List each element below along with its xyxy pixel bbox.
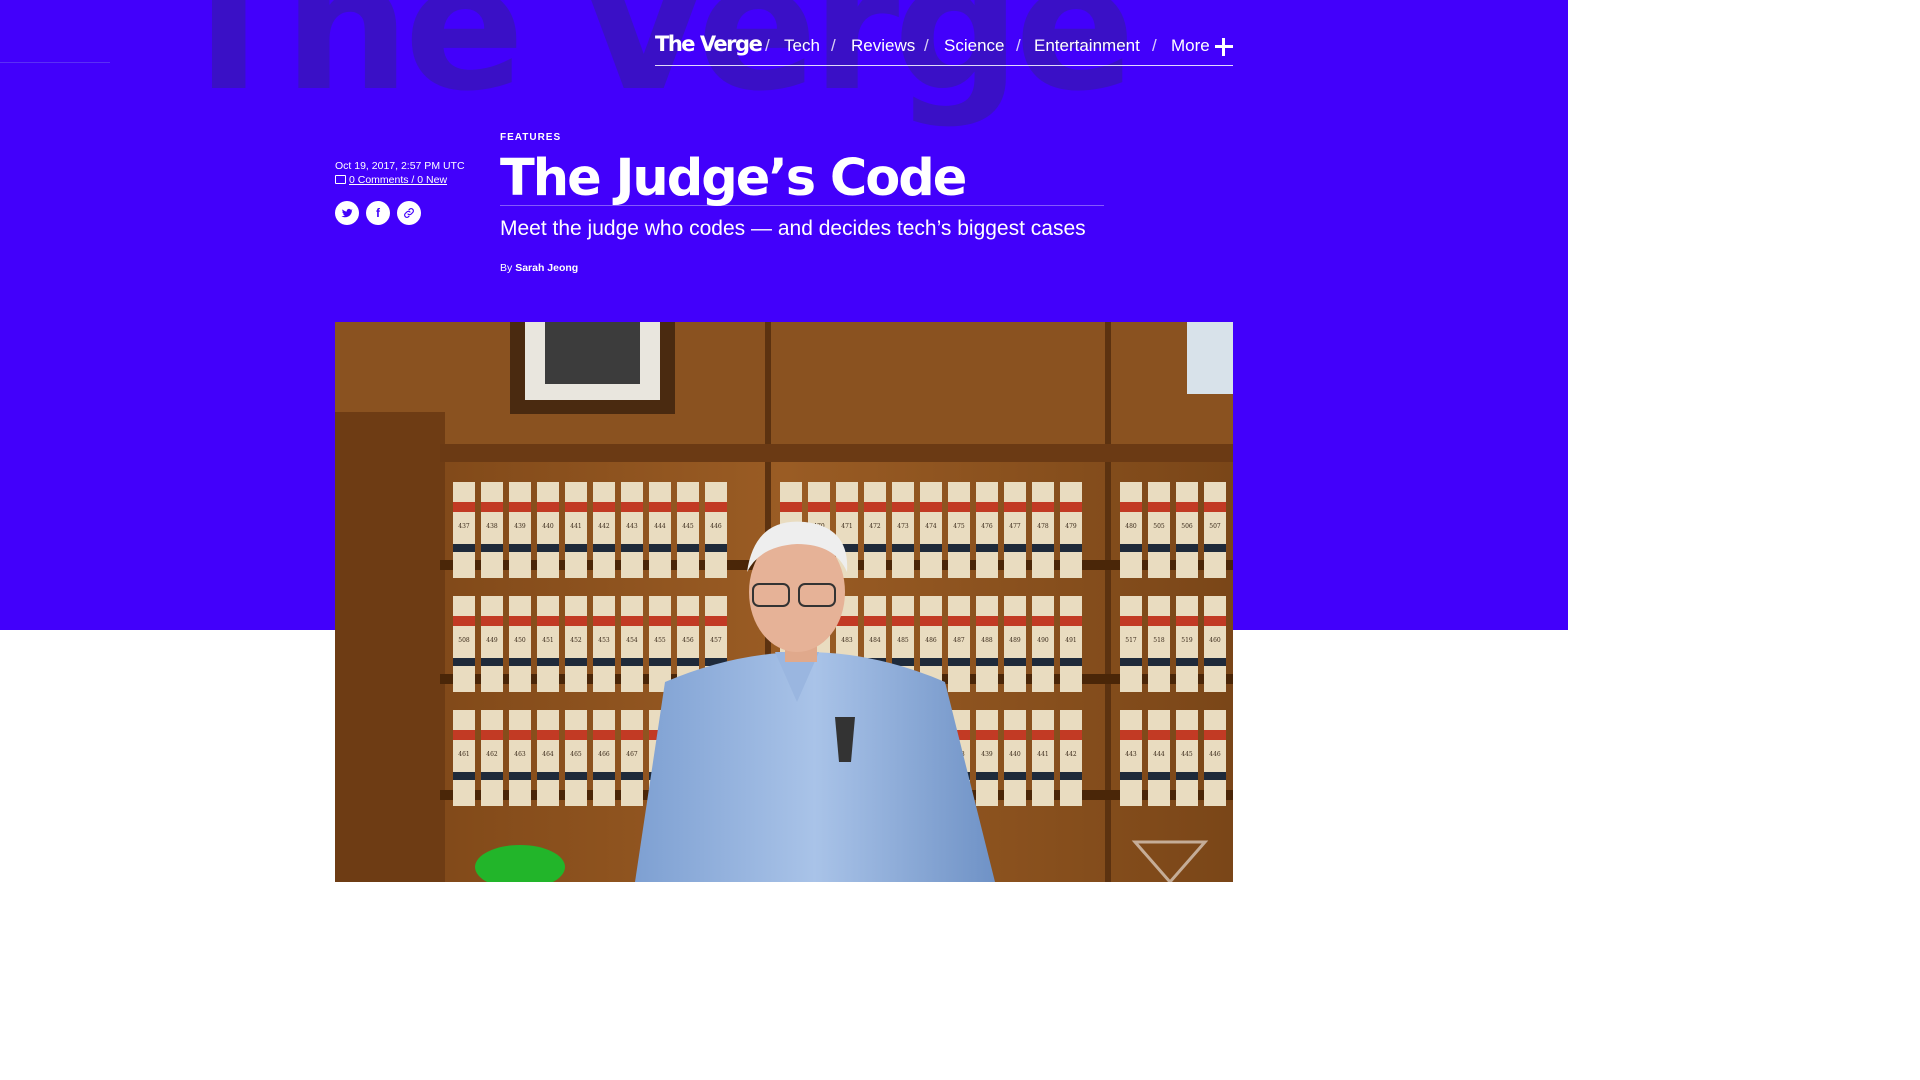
book-volume-label: 473	[897, 523, 909, 530]
nav-item-reviews[interactable]: Reviews	[851, 36, 915, 56]
book-volume-label: 472	[869, 523, 881, 530]
plus-icon[interactable]	[1215, 38, 1233, 56]
book-volume-label: 440	[1009, 751, 1021, 758]
book-volume-label: 485	[897, 637, 909, 644]
book-volume-label: 471	[841, 523, 852, 530]
book-volume-label: 446	[1209, 751, 1221, 758]
book-volume-label: 444	[654, 523, 666, 530]
book-volume-label: 484	[869, 637, 881, 644]
book-volume-label: 506	[1181, 523, 1193, 530]
book-volume-label: 491	[1065, 637, 1076, 644]
book-volume-label: 442	[598, 523, 610, 530]
book-volume-label: 439	[981, 751, 993, 758]
section-label[interactable]: FEATURES	[500, 132, 561, 143]
book-volume-label: 483	[841, 637, 853, 644]
book-volume-label: 479	[1065, 523, 1077, 530]
book-volume-label: 445	[1181, 751, 1193, 758]
book-volume-label: 480	[1125, 523, 1137, 530]
nav-item-tech[interactable]: Tech	[784, 36, 820, 56]
book-volume-label: 477	[1009, 523, 1021, 530]
twitter-icon[interactable]	[335, 201, 359, 225]
share-buttons: f	[335, 201, 421, 225]
book-volume-label: 444	[1153, 751, 1165, 758]
site-logo[interactable]: The Verge	[655, 32, 763, 56]
book-volume-label: 457	[710, 637, 722, 644]
nav-item-entertainment[interactable]: Entertainment	[1034, 36, 1140, 56]
book-volume-label: 455	[654, 637, 666, 644]
book-volume-label: 505	[1153, 523, 1165, 530]
book-volume-label: 445	[682, 523, 694, 530]
book-volume-label: 465	[570, 751, 582, 758]
book-volume-label: 441	[570, 523, 581, 530]
nav-separator: /	[1016, 36, 1021, 55]
comments-row: 0 Comments / 0 New	[335, 174, 465, 186]
article-meta: Oct 19, 2017, 2:57 PM UTC 0 Comments / 0…	[335, 160, 465, 186]
book-volume-label: 462	[486, 751, 498, 758]
book-volume-label: 461	[458, 751, 469, 758]
book-volume-label: 460	[1209, 637, 1221, 644]
book-volume-label: 443	[1125, 751, 1137, 758]
book-volume-label: 449	[486, 637, 498, 644]
facebook-icon[interactable]: f	[366, 201, 390, 225]
article-subtitle: Meet the judge who codes — and decides t…	[500, 217, 1086, 240]
nav-separator: /	[765, 36, 770, 55]
nav-separator: /	[831, 36, 836, 55]
book-volume-label: 519	[1181, 637, 1193, 644]
book-volume-label: 439	[514, 523, 526, 530]
book-volume-label: 442	[1065, 751, 1077, 758]
comment-icon	[335, 175, 346, 184]
top-rule	[0, 62, 110, 63]
byline: By Sarah Jeong	[500, 262, 578, 274]
hero-photo-illustration: 4374384394404414424434444454464474704714…	[335, 322, 1233, 882]
book-volume-label: 517	[1125, 637, 1137, 644]
book-volume-label: 437	[458, 523, 470, 530]
book-volume-label: 518	[1153, 637, 1165, 644]
book-volume-label: 446	[710, 523, 722, 530]
book-volume-label: 450	[514, 637, 526, 644]
book-volume-label: 453	[598, 637, 610, 644]
comments-link[interactable]: 0 Comments / 0 New	[349, 174, 447, 186]
nav-separator: /	[1152, 36, 1157, 55]
nav-separator: /	[924, 36, 929, 55]
article-title: The Judge’s Code	[500, 150, 1104, 208]
book-volume-label: 486	[925, 637, 937, 644]
book-volume-label: 454	[626, 637, 638, 644]
book-volume-label: 487	[953, 637, 965, 644]
nav-item-science[interactable]: Science	[944, 36, 1004, 56]
book-volume-label: 452	[570, 637, 582, 644]
book-volume-label: 441	[1037, 751, 1048, 758]
book-volume-label: 467	[626, 751, 638, 758]
top-navigation: The Verge / Tech / Reviews / Science / E…	[655, 30, 1233, 66]
book-volume-label: 456	[682, 637, 694, 644]
book-volume-label: 440	[542, 523, 554, 530]
book-volume-label: 463	[514, 751, 526, 758]
book-volume-label: 438	[486, 523, 498, 530]
book-volume-label: 488	[981, 637, 993, 644]
author-link[interactable]: Sarah Jeong	[515, 262, 578, 274]
book-volume-label: 475	[953, 523, 965, 530]
book-volume-label: 508	[458, 637, 470, 644]
nav-more-button[interactable]: More	[1171, 36, 1210, 56]
book-volume-label: 466	[598, 751, 610, 758]
link-icon[interactable]	[397, 201, 421, 225]
book-volume-label: 489	[1009, 637, 1021, 644]
book-volume-label: 443	[626, 523, 638, 530]
book-volume-label: 476	[981, 523, 993, 530]
book-volume-label: 507	[1209, 523, 1221, 530]
book-volume-label: 451	[542, 637, 553, 644]
book-volume-label: 474	[925, 523, 937, 530]
book-volume-label: 478	[1037, 523, 1049, 530]
byline-prefix: By	[500, 262, 513, 274]
book-volume-label: 464	[542, 751, 554, 758]
publish-date: Oct 19, 2017, 2:57 PM UTC	[335, 160, 465, 172]
book-volume-label: 490	[1037, 637, 1049, 644]
hero-image: 4374384394404414424434444454464474704714…	[335, 322, 1233, 882]
